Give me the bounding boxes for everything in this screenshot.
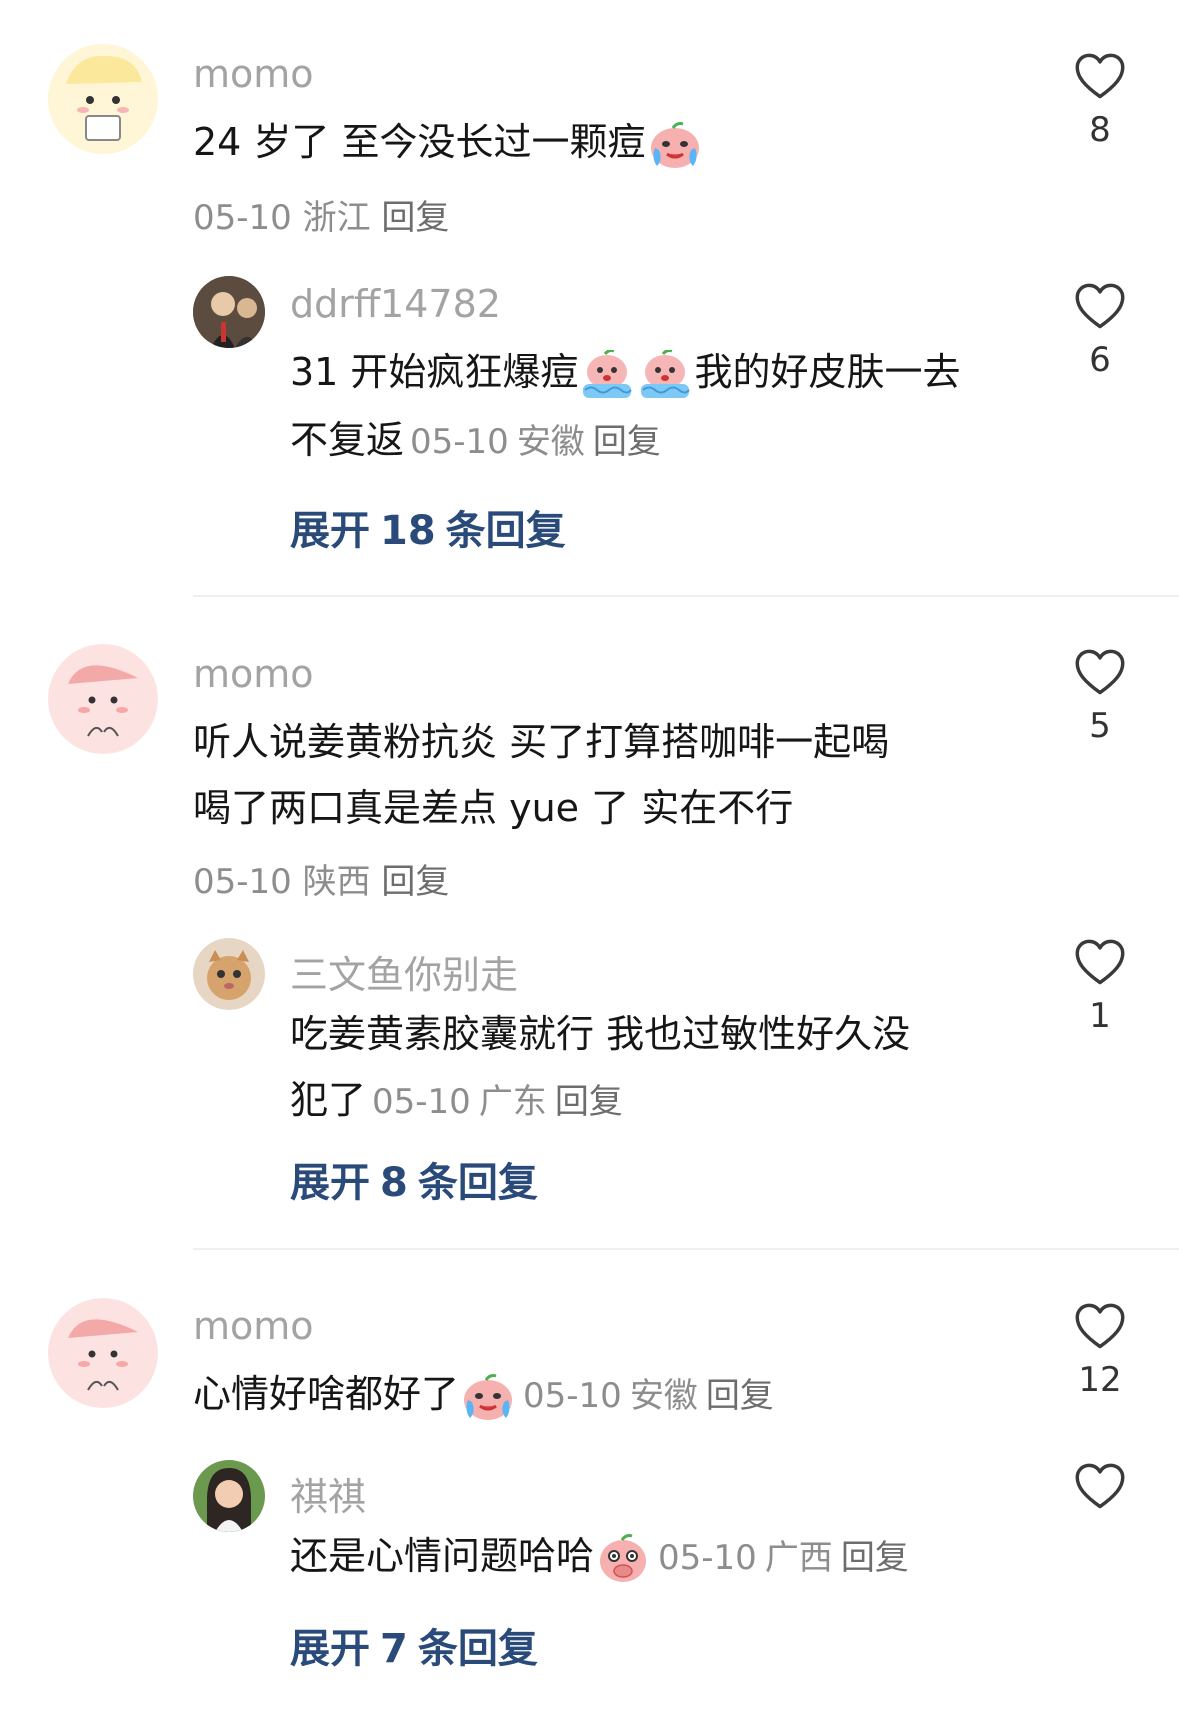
crying-peach-emoji: [647, 120, 703, 170]
comment-meta: 05-10 陕西 回复: [193, 854, 449, 903]
comment-text: 心情好啥都好了 05-10 安徽 回复: [193, 1360, 782, 1430]
avatar[interactable]: [48, 1298, 158, 1408]
avatar[interactable]: [193, 938, 265, 1010]
username[interactable]: 祺祺: [290, 1466, 366, 1521]
username[interactable]: 三文鱼你别走: [290, 944, 518, 999]
username[interactable]: momo: [193, 652, 314, 696]
like-button[interactable]: 6: [1055, 282, 1145, 380]
username[interactable]: momo: [193, 52, 314, 96]
comment-text: 吃姜黄素胶囊就行 我也过敏性好久没: [290, 1012, 911, 1056]
comment-text: 24 岁了 至今没长过一颗痘: [193, 108, 704, 176]
crying-peach-emoji: [460, 1372, 516, 1422]
heart-icon: [1074, 282, 1126, 330]
reply-button[interactable]: 回复: [593, 422, 661, 462]
username[interactable]: ddrff14782: [290, 282, 501, 326]
reply-button[interactable]: 回复: [841, 1538, 909, 1578]
heart-icon: [1074, 1462, 1126, 1510]
expand-replies-button[interactable]: 展开 7 条回复: [290, 1616, 548, 1674]
avatar[interactable]: [48, 44, 158, 154]
comment-date: 05-10: [193, 862, 292, 902]
heart-icon: [1074, 648, 1126, 696]
comment-date: 05-10: [372, 1082, 471, 1122]
reply-button[interactable]: 回复: [381, 862, 449, 902]
like-count: 6: [1089, 340, 1111, 380]
covering-mouth-emoji: [595, 1534, 651, 1584]
avatar[interactable]: [193, 1460, 265, 1532]
comment-text: 喝了两口真是差点 yue 了 实在不行: [193, 786, 794, 830]
comment-location: 广西: [764, 1538, 833, 1578]
comment-text: 还是心情问题哈哈 05-10 广西 回复: [290, 1522, 917, 1592]
like-button[interactable]: [1055, 1462, 1145, 1520]
reply-button[interactable]: 回复: [381, 198, 449, 238]
heart-icon: [1074, 1302, 1126, 1350]
divider: [193, 1248, 1179, 1250]
reply-button[interactable]: 回复: [555, 1082, 623, 1122]
reply-button[interactable]: 回复: [706, 1376, 774, 1416]
like-count: 1: [1089, 996, 1111, 1036]
like-button[interactable]: 8: [1055, 52, 1145, 150]
username[interactable]: momo: [193, 1304, 314, 1348]
heart-icon: [1074, 52, 1126, 100]
comment-date: 05-10: [193, 198, 292, 238]
like-button[interactable]: 5: [1055, 648, 1145, 746]
avatar[interactable]: [193, 276, 265, 348]
heart-icon: [1074, 938, 1126, 986]
crying-in-water-emoji: [579, 350, 635, 400]
expand-replies-button[interactable]: 展开 18 条回复: [290, 498, 576, 556]
comment-date: 05-10: [523, 1376, 622, 1416]
like-count: 5: [1089, 706, 1111, 746]
comment-location: 广东: [478, 1082, 547, 1122]
comment-location: 安徽: [516, 422, 585, 462]
comment-text: 犯了 05-10 广东 回复: [290, 1078, 623, 1122]
comment-location: 陕西: [302, 862, 371, 902]
like-count: 8: [1089, 110, 1111, 150]
comment-location: 安徽: [629, 1376, 698, 1416]
comment-text: 不复返 05-10 安徽 回复: [290, 418, 661, 462]
like-count: 12: [1078, 1360, 1122, 1400]
comment-text: 听人说姜黄粉抗炎 买了打算搭咖啡一起喝: [193, 720, 890, 764]
crying-in-water-emoji: [637, 350, 693, 400]
like-button[interactable]: 1: [1055, 938, 1145, 1036]
comment-date: 05-10: [658, 1538, 757, 1578]
comment-location: 浙江: [302, 198, 371, 238]
expand-replies-button[interactable]: 展开 8 条回复: [290, 1150, 548, 1208]
avatar[interactable]: [48, 644, 158, 754]
comment-date: 05-10: [410, 422, 509, 462]
comment-text: 31 开始疯狂爆痘 我的好皮肤一去: [290, 338, 960, 406]
divider: [193, 595, 1179, 597]
like-button[interactable]: 12: [1055, 1302, 1145, 1400]
comment-meta: 05-10 浙江 回复: [193, 190, 449, 239]
